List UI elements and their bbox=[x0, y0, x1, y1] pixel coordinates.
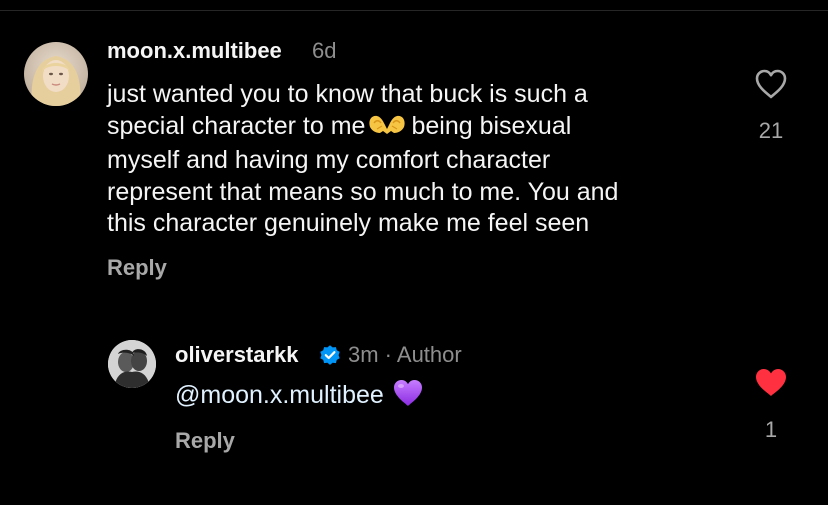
heart-filled-icon[interactable] bbox=[754, 367, 788, 398]
comment-text-line: just wanted you to know that buck is suc… bbox=[107, 80, 588, 108]
heart-outline-icon[interactable] bbox=[754, 68, 788, 100]
reply-meta: 3m · Author bbox=[348, 342, 462, 367]
reply-button[interactable]: Reply bbox=[175, 428, 235, 454]
mention-link[interactable]: @moon.x.multibee bbox=[175, 381, 384, 409]
author-username[interactable]: oliverstarkk bbox=[175, 342, 299, 368]
purple-heart-emoji bbox=[392, 378, 424, 415]
reply-text: @moon.x.multibee bbox=[175, 378, 424, 415]
avatar-commenter[interactable] bbox=[24, 42, 88, 106]
comment-text-line: myself and having my comfort character bbox=[107, 146, 551, 174]
comment-text-line: represent that means so much to me. You … bbox=[107, 177, 619, 206]
avatar-author[interactable] bbox=[108, 340, 156, 388]
verified-badge-icon bbox=[318, 343, 342, 367]
commenter-username[interactable]: moon.x.multibee bbox=[107, 38, 282, 64]
comment-text-line: this character genuinely make me feel se… bbox=[107, 209, 590, 237]
comment-text: just wanted you to know that buck is suc… bbox=[107, 79, 717, 240]
top-divider bbox=[0, 10, 828, 11]
reply-button[interactable]: Reply bbox=[107, 255, 167, 281]
reply-like-count: 1 bbox=[764, 417, 778, 442]
comment-like-count: 21 bbox=[758, 118, 784, 143]
comment-text-line: special character to me being bisexual bbox=[107, 111, 717, 146]
comment-timestamp: 6d bbox=[312, 38, 337, 63]
heart-hands-emoji bbox=[367, 111, 407, 146]
